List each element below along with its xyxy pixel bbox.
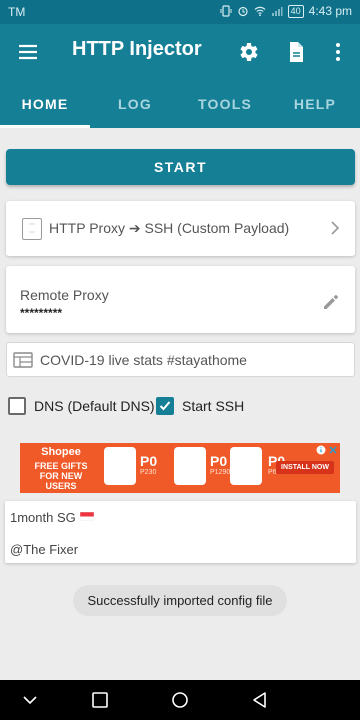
dns-label: DNS (Default DNS) [34, 398, 155, 414]
dns-option[interactable]: DNS (Default DNS) [8, 396, 155, 416]
ad-brand: Shopee [41, 446, 81, 458]
notes-line-1: 1month SG [10, 510, 95, 525]
file-icon[interactable] [284, 40, 308, 64]
ad-install-button[interactable]: INSTALL NOW [276, 461, 334, 474]
ssh-label: Start SSH [182, 398, 245, 414]
ad-price: P0 P230 [140, 453, 158, 476]
ad-brand-block: Shopee FREE GIFTS FOR NEW USERS [26, 446, 96, 492]
tunnel-type-icon: ⋯ ⋯ [22, 218, 42, 240]
connection-mode-card[interactable]: ⋯ ⋯ HTTP Proxy ➔ SSH (Custom Payload) [6, 201, 355, 256]
app-title: HTTP Injector [72, 38, 202, 60]
toast-message: Successfully imported config file [73, 585, 287, 616]
table-icon [13, 352, 33, 368]
signal-icon [271, 7, 283, 16]
gear-icon[interactable] [236, 40, 260, 64]
battery-icon: 40 [287, 4, 304, 18]
remote-proxy-card[interactable]: Remote Proxy ********* [6, 266, 355, 333]
app-bar: HTTP Injector [0, 24, 360, 80]
ad-tagline: FREE GIFTS FOR NEW USERS [34, 461, 88, 491]
config-notes-card: 1month SG @The Fixer [5, 501, 356, 563]
chevron-down-icon[interactable] [20, 690, 40, 710]
tab-help[interactable]: HELP [270, 80, 360, 128]
wifi-icon [254, 6, 266, 17]
alarm-icon [238, 6, 248, 17]
tab-home[interactable]: HOME [0, 80, 90, 128]
start-button[interactable]: START [6, 149, 355, 185]
connection-mode-label: HTTP Proxy ➔ SSH (Custom Payload) [49, 220, 290, 236]
remote-proxy-value: ********* [20, 306, 63, 320]
ad-price: P0 P1290 [210, 453, 231, 476]
ad-banner[interactable]: Shopee FREE GIFTS FOR NEW USERS P0 P230 … [20, 443, 340, 493]
tab-log[interactable]: LOG [90, 80, 180, 128]
tab-bar: HOME LOG TOOLS HELP [0, 80, 360, 128]
status-bar: TM 40 4:43 pm [0, 0, 360, 24]
remote-proxy-label: Remote Proxy [20, 287, 109, 303]
back-icon[interactable] [250, 690, 270, 710]
covid-stats-card[interactable]: COVID-19 live stats #stayathome [6, 342, 355, 377]
recents-icon[interactable] [90, 690, 110, 710]
system-nav-bar [0, 680, 360, 720]
menu-icon[interactable] [16, 40, 40, 64]
active-tab-indicator [0, 125, 90, 128]
ad-info-icon[interactable] [316, 445, 326, 455]
more-vert-icon[interactable] [326, 40, 350, 64]
edit-icon[interactable] [321, 292, 341, 312]
ssh-checkbox[interactable] [156, 397, 174, 415]
ad-product-image [104, 447, 136, 485]
vibrate-icon [220, 5, 232, 17]
ssh-option[interactable]: Start SSH [156, 396, 244, 416]
home-icon[interactable] [170, 690, 190, 710]
ad-close-icon[interactable] [328, 445, 338, 455]
chevron-right-icon [331, 221, 340, 235]
carrier-label: TM [8, 5, 26, 19]
dns-checkbox[interactable] [8, 397, 26, 415]
notes-line-2: @The Fixer [10, 542, 79, 557]
clock: 4:43 pm [308, 4, 352, 18]
ad-product-image [230, 447, 262, 485]
tab-tools[interactable]: TOOLS [180, 80, 270, 128]
covid-stats-label: COVID-19 live stats #stayathome [40, 352, 247, 368]
singapore-flag-icon [80, 512, 95, 521]
ad-product-image [174, 447, 206, 485]
